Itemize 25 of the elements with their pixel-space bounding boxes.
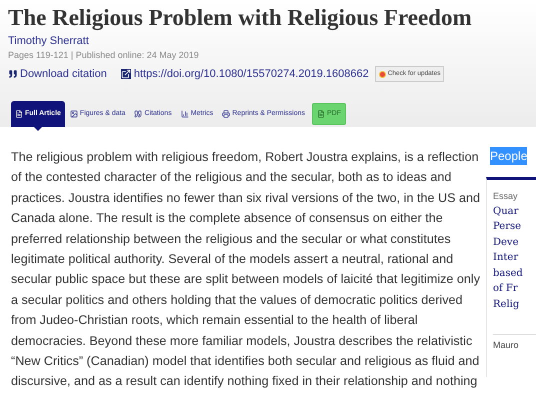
card-title-line[interactable]: Perse <box>493 219 536 234</box>
author-link[interactable]: Timothy Sherratt <box>8 34 536 48</box>
quote-icon <box>8 69 18 80</box>
article-body: The religious problem with religious freedom, Robert Joustra explains, is a reflection of the contested character of the religious and the secular, both as to ideas and practices. Joustra identifies no fewer than six rival versions of the two, in the US and Canada alone. The result is the complete absence of consensus on either the preferred relationship between the religious and the secular or what constitutes legitimate political authority. Several of the models assert a neutral, rational and secular public space but these are split between models of laicité that legitimize only a secular politics and others holding that the values of democratic politics derived from Judeo-Christian roots, which remain essential to the health of liberal democracies. Beyond these more familiar models, Joustra describes the relativistic “New Critics” (Canadian) model that identifies both secular and religious as fluid and discursive, and as a result can identify nothing fixed in their relationship and nothing <box>10 149 482 390</box>
article-title: The Religious Problem with Religious Freedom <box>8 4 473 32</box>
document-icon <box>15 110 23 118</box>
card-title-line[interactable]: Quar <box>493 204 536 219</box>
section-heading: People <box>490 147 528 165</box>
quote-icon <box>134 110 142 118</box>
card-title-line[interactable]: Deve <box>493 234 536 250</box>
external-link-icon <box>120 69 131 80</box>
card-title-line[interactable]: Inter <box>493 250 536 266</box>
document-icon <box>317 110 325 118</box>
image-icon <box>70 110 78 118</box>
doi-link[interactable]: https://doi.org/10.1080/15570274.2019.1608662 <box>120 66 369 82</box>
card-title-line[interactable]: based <box>493 266 536 281</box>
card-title-line[interactable]: of Fr <box>493 281 536 296</box>
related-article-card[interactable]: Essay Quar Perse Deve Inter based of Fr Relig Mauro <box>486 177 536 377</box>
card-author: Mauro <box>493 339 520 352</box>
publication-info: Pages 119-121 | Published online: 24 May 2019 <box>8 49 200 62</box>
bar-chart-icon <box>180 110 189 118</box>
download-citation-link[interactable]: Download citation <box>8 66 107 82</box>
card-title-line[interactable]: Relig <box>493 296 536 312</box>
printer-icon <box>222 110 230 118</box>
article-type: Essay <box>493 190 519 203</box>
